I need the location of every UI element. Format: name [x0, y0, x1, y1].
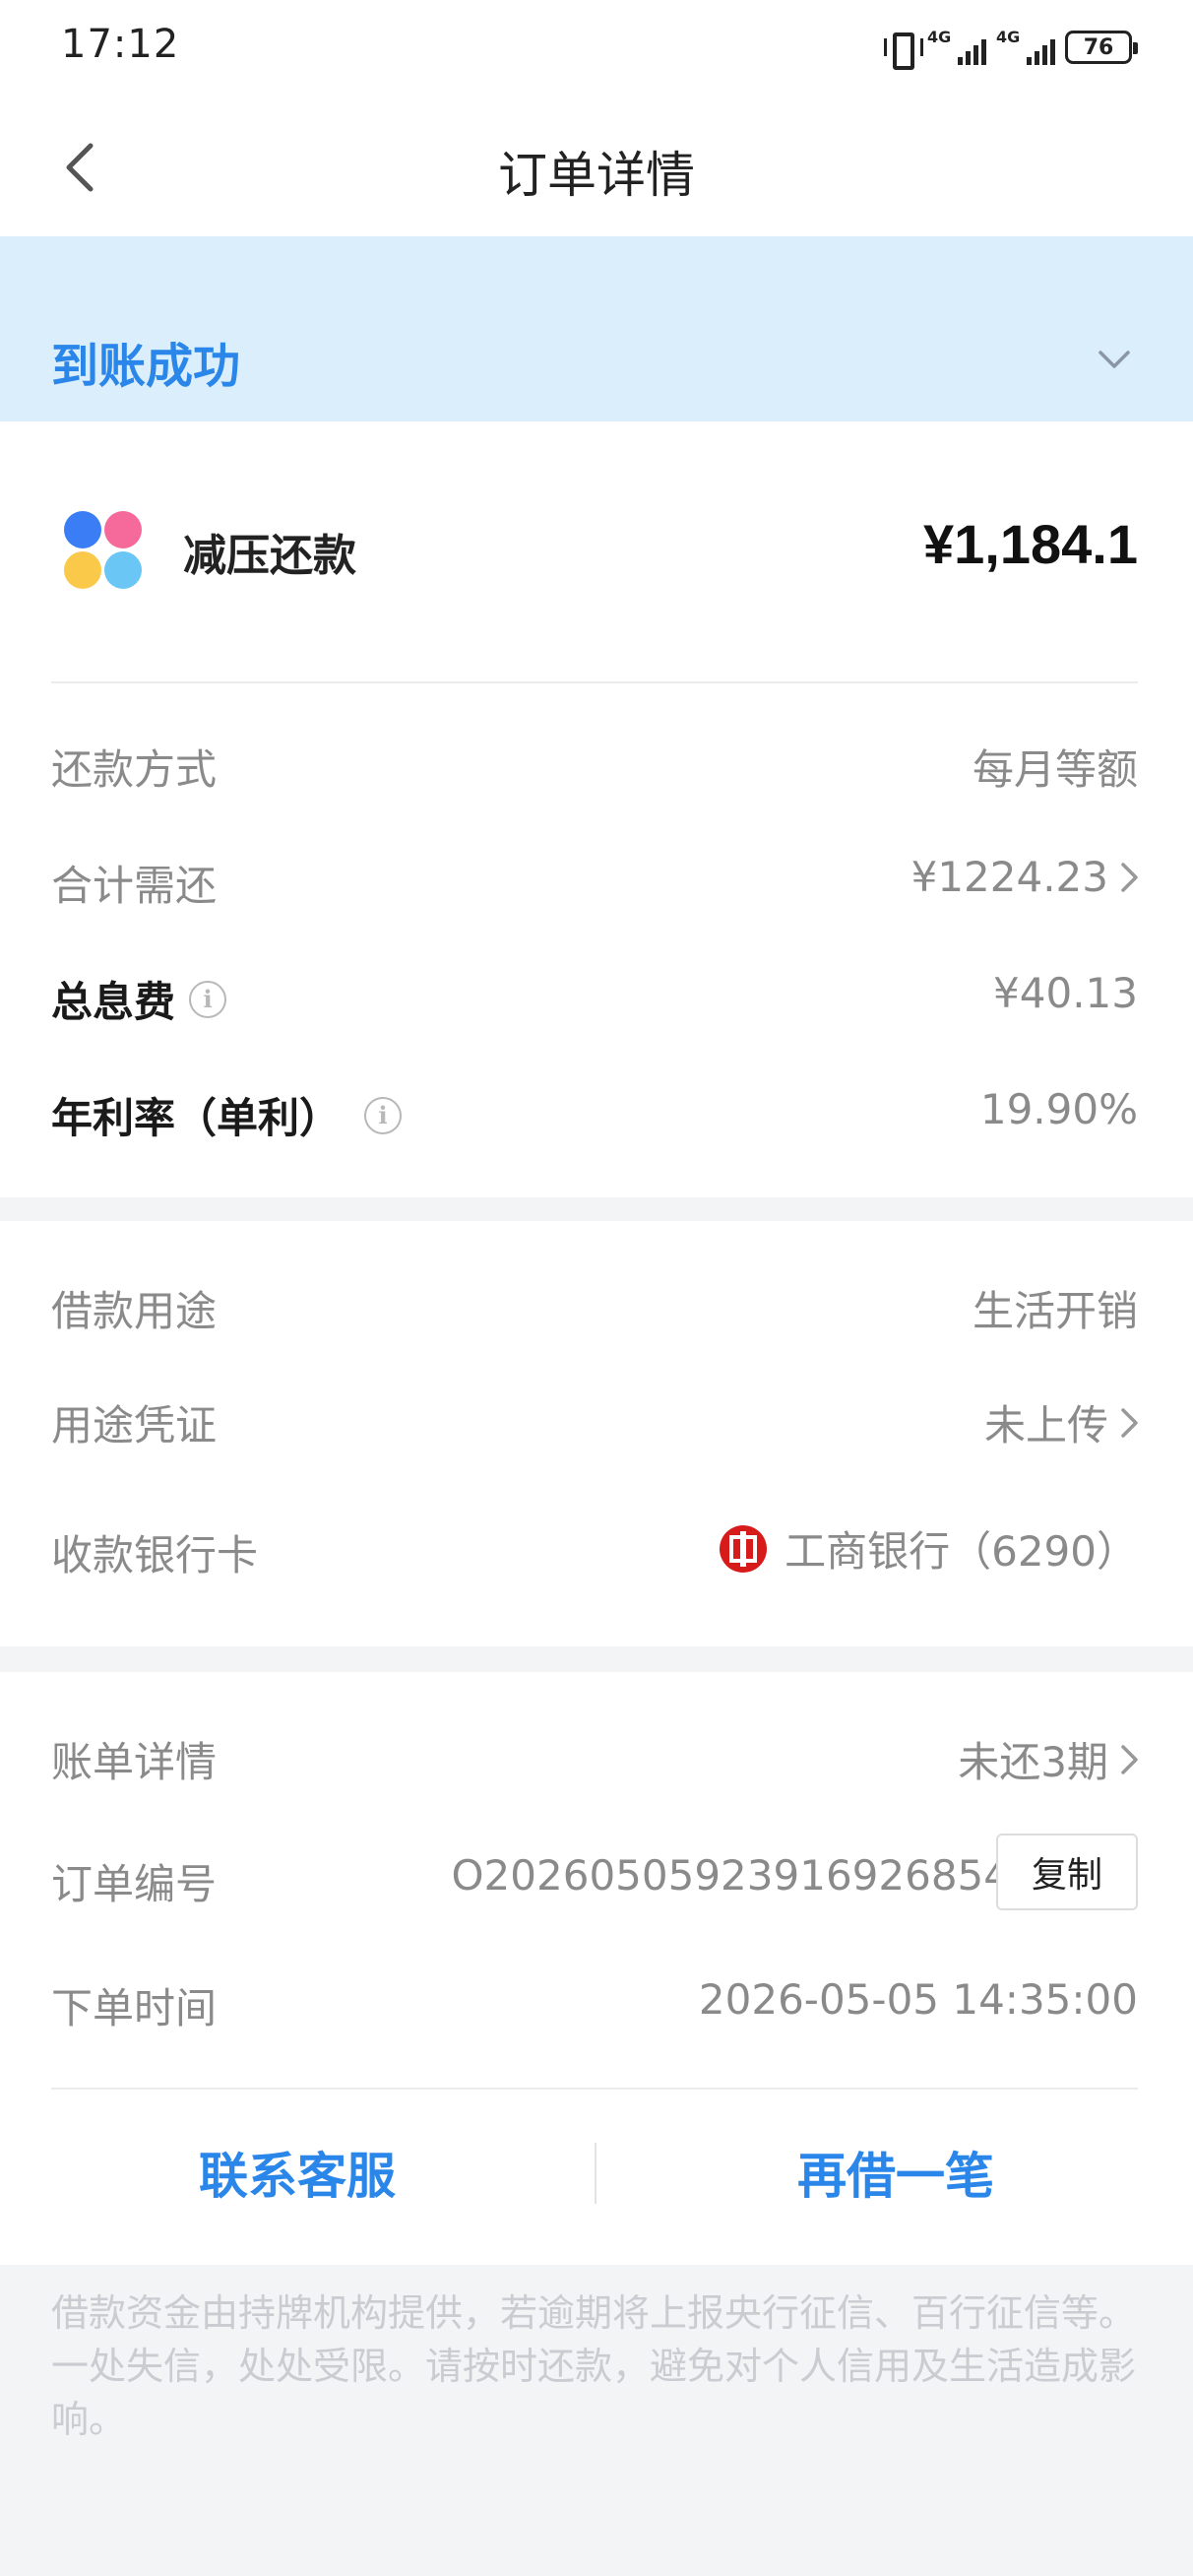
- chevron-right-icon: [1121, 1744, 1138, 1774]
- signal-icon-2: 4G: [996, 28, 1055, 67]
- receiving-card-value-row: 工商银行（6290）: [720, 1518, 1138, 1578]
- chevron-down-icon[interactable]: [1095, 347, 1134, 372]
- bill-detail-label: 账单详情: [51, 1738, 218, 1786]
- total-repay-row[interactable]: ¥1224.23: [911, 853, 1142, 901]
- status-icons: 4G 4G 76: [884, 26, 1138, 70]
- annual-rate-label: 年利率（单利）: [51, 1094, 342, 1142]
- network-label-2: 4G: [996, 28, 1021, 46]
- order-time-label: 下单时间: [51, 1984, 218, 2032]
- bill-detail-value: 未还3期: [958, 1738, 1108, 1786]
- bill-detail-row[interactable]: 未还3期: [958, 1729, 1142, 1789]
- divider: [51, 681, 1138, 683]
- product-logo-icon: [64, 511, 142, 589]
- battery-icon: 76: [1065, 31, 1138, 64]
- status-banner[interactable]: 到账成功: [0, 236, 1193, 421]
- product-amount: ¥1,184.1: [923, 513, 1138, 575]
- loan-purpose-label: 借款用途: [51, 1287, 218, 1335]
- purpose-proof-value: 未上传: [983, 1401, 1108, 1449]
- total-interest-value: ¥40.13: [993, 969, 1138, 1017]
- repayment-method-value: 每月等额: [972, 745, 1138, 794]
- product-name: 减压还款: [183, 531, 356, 581]
- action-separator: [595, 2143, 596, 2204]
- status-text: 到账成功: [51, 339, 241, 394]
- disclaimer-text: 借款资金由持牌机构提供，若逾期将上报央行征信、百行征信等。一处失信，处处受限。请…: [51, 2291, 1137, 2441]
- annual-rate-value: 19.90%: [979, 1085, 1138, 1133]
- borrow-again-button[interactable]: 再借一笔: [640, 2137, 1152, 2216]
- status-bar: 17:12 4G 4G 76: [0, 0, 1193, 98]
- total-repay-label: 合计需还: [51, 862, 218, 910]
- receiving-card-value: 工商银行（6290）: [785, 1527, 1138, 1576]
- vibrate-icon: [884, 31, 923, 70]
- purpose-proof-label: 用途凭证: [51, 1401, 218, 1449]
- total-interest-row-label: 总息费 i: [51, 969, 227, 1029]
- order-number-label: 订单编号: [51, 1860, 218, 1908]
- page-title: 订单详情: [498, 147, 695, 204]
- nav-header: 订单详情: [0, 98, 1193, 236]
- loan-purpose-value: 生活开销: [972, 1287, 1138, 1335]
- info-icon[interactable]: i: [364, 1096, 403, 1134]
- order-time-value: 2026-05-05 14:35:00: [698, 1975, 1138, 2024]
- chevron-right-icon: [1121, 1407, 1138, 1438]
- order-number-value: O20260505923916926854: [451, 1851, 1011, 1900]
- total-interest-label: 总息费: [51, 978, 176, 1026]
- chevron-right-icon: [1121, 862, 1138, 892]
- contact-service-button[interactable]: 联系客服: [41, 2137, 553, 2216]
- receiving-card-label: 收款银行卡: [51, 1531, 259, 1579]
- divider: [51, 2088, 1138, 2090]
- signal-icon-1: 4G: [927, 28, 986, 67]
- total-repay-value: ¥1224.23: [910, 853, 1108, 901]
- annual-rate-row-label: 年利率（单利） i: [51, 1085, 403, 1145]
- icbc-bank-icon: [720, 1524, 768, 1573]
- network-label-1: 4G: [927, 28, 952, 46]
- copy-button[interactable]: 复制: [996, 1834, 1138, 1910]
- status-time: 17:12: [61, 22, 180, 67]
- purpose-proof-row[interactable]: 未上传: [984, 1392, 1142, 1452]
- repayment-method-label: 还款方式: [51, 745, 218, 794]
- info-icon[interactable]: i: [189, 980, 227, 1018]
